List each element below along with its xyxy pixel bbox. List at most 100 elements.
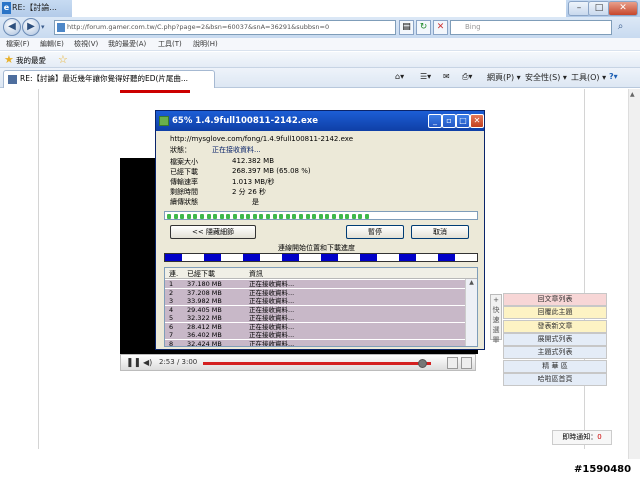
side-menu-item[interactable]: 精 華 區 (503, 359, 607, 373)
tab-bar: RE:【討論】最近幾年讓你覺得好聽的ED(片尾曲... ⌂▾ ☰▾ ✉ ⎙▾ 網… (0, 68, 640, 88)
cmd-safety[interactable]: 安全性(S) ▾ (525, 72, 567, 83)
compat-view-button[interactable]: ▤ (399, 20, 414, 35)
connection-row[interactable]: 2 37.208 MB 正在接收資料... (165, 288, 467, 297)
connection-segment (399, 254, 416, 261)
progress-segment (279, 214, 284, 219)
connection-row[interactable]: 4 29.405 MB 正在接收資料... (165, 305, 467, 314)
live-notification[interactable]: 即時通知：0 (552, 430, 612, 445)
side-menu-item[interactable]: 展開式列表 (503, 332, 607, 346)
close-window-button[interactable]: ✕ (608, 1, 638, 16)
connection-row[interactable]: 5 32.322 MB 正在接收資料... (165, 314, 467, 322)
progress-segment (365, 214, 369, 219)
side-menu-item[interactable]: 回覆此主題 (503, 306, 607, 320)
connection-row[interactable]: 1 37.180 MB 正在接收資料... (165, 280, 467, 288)
minimize-button[interactable]: – (568, 1, 590, 16)
dialog-maximize-button[interactable]: □ (456, 114, 470, 128)
window-title: RE:【討論... (12, 3, 57, 12)
resize-button[interactable] (447, 357, 458, 369)
download-icon (159, 116, 169, 126)
connection-row[interactable]: 7 36.402 MB 正在接收資料... (165, 331, 467, 339)
address-bar[interactable]: http://forum.gamer.com.tw/C.php?page=2&b… (54, 20, 396, 35)
menu-edit[interactable]: 編輯(E) (40, 39, 64, 49)
menu-tools[interactable]: 工具(T) (158, 39, 182, 49)
cancel-button[interactable]: 取消 (411, 225, 469, 239)
progress-segment (259, 214, 264, 219)
dialog-close-button[interactable]: ✕ (470, 114, 484, 128)
volume-icon[interactable]: ◀) (143, 358, 155, 368)
quick-menu-plus-icon: + (493, 296, 499, 304)
connection-row[interactable]: 8 32.424 MB 正在接收資料... (165, 339, 467, 347)
dialog-restore-button[interactable]: ▫ (442, 114, 456, 128)
tab-favicon-icon (8, 75, 17, 84)
favorites-label[interactable]: 我的最愛 (16, 55, 46, 66)
refresh-button[interactable]: ↻ (416, 20, 431, 35)
connection-downloaded: 28.412 MB (187, 322, 222, 331)
notify-count: 0 (597, 433, 602, 441)
favorites-bar: ★ 我的最愛 ☆ (0, 52, 640, 68)
home-icon[interactable]: ⌂▾ (395, 72, 404, 81)
search-input[interactable]: Bing (450, 20, 612, 35)
connection-downloaded: 33.982 MB (187, 297, 222, 305)
connection-info: 正在接收資料... (249, 288, 295, 297)
progress-segment (180, 214, 185, 219)
maximize-button[interactable]: □ (588, 1, 610, 16)
connection-info: 正在接收資料... (249, 339, 295, 347)
cmd-page[interactable]: 網頁(P) ▾ (487, 72, 521, 83)
menu-file[interactable]: 檔案(F) (6, 39, 30, 49)
pause-icon[interactable]: ❚❚ (126, 358, 141, 368)
side-menu-item[interactable]: 回文章列表 (503, 293, 607, 306)
menu-favorites[interactable]: 我的最愛(A) (108, 39, 146, 49)
page-scrollbar[interactable]: ▲ (628, 89, 640, 459)
quick-menu-tab[interactable]: + 快 速 選 單 (490, 294, 502, 344)
active-tab[interactable]: RE:【討論】最近幾年讓你覺得好聽的ED(片尾曲... (3, 70, 215, 88)
stop-button[interactable]: ✕ (433, 20, 448, 35)
seek-bar[interactable] (203, 362, 431, 365)
help-icon[interactable]: ?▾ (609, 72, 618, 81)
progress-segment (285, 214, 290, 219)
hide-details-button[interactable]: << 隱藏細節 (170, 225, 256, 239)
search-icon[interactable]: ⌕ (613, 20, 628, 35)
side-menu-item[interactable]: 發表新文章 (503, 319, 607, 333)
progress-segment (226, 214, 231, 219)
info-value: 2 分 26 秒 (232, 188, 267, 196)
connection-segment (438, 254, 455, 261)
scroll-up-icon[interactable]: ▲ (466, 279, 477, 286)
dialog-title: 65% 1.4.9full100811-2142.exe (172, 116, 318, 126)
connection-row[interactable]: 6 28.412 MB 正在接收資料... (165, 322, 467, 331)
forward-button[interactable]: ▶ (22, 18, 40, 36)
scroll-up-icon[interactable]: ▲ (630, 91, 635, 98)
post-header-stripe (120, 90, 190, 93)
mail-icon[interactable]: ✉ (443, 72, 450, 81)
fullscreen-button[interactable] (461, 357, 472, 369)
download-dialog: 65% 1.4.9full100811-2142.exe _ ▫ □ ✕ htt… (155, 110, 485, 350)
connection-downloaded: 37.208 MB (187, 288, 222, 297)
tab-title: RE:【討論】最近幾年讓你覺得好聽的ED(片尾曲... (20, 74, 189, 83)
connection-number: 4 (169, 305, 174, 314)
menu-help[interactable]: 說明(H) (193, 39, 218, 49)
favorites-star-icon[interactable]: ★ (4, 53, 14, 66)
col-downloaded[interactable]: 已經下載 (187, 269, 215, 279)
cmd-tools[interactable]: 工具(O) ▾ (571, 72, 606, 83)
col-info[interactable]: 資訊 (249, 269, 263, 279)
feeds-icon[interactable]: ☰▾ (420, 72, 431, 81)
progress-segment (193, 214, 198, 219)
menu-view[interactable]: 檢視(V) (74, 39, 98, 49)
side-menu-item[interactable]: 哈啦區首頁 (503, 372, 607, 386)
connection-info: 正在接收資料... (249, 297, 295, 305)
connection-segment (243, 254, 260, 261)
back-button[interactable]: ◀ (3, 18, 21, 36)
dialog-minimize-button[interactable]: _ (428, 114, 442, 128)
progress-segment (239, 214, 244, 219)
seek-handle[interactable] (417, 359, 427, 368)
connection-map (164, 253, 478, 262)
progress-segment (200, 214, 204, 219)
list-scrollbar[interactable]: ▲ (465, 279, 477, 346)
connection-row[interactable]: 3 33.982 MB 正在接收資料... (165, 297, 467, 305)
history-dropdown-icon[interactable]: ▾ (41, 23, 45, 31)
col-connection[interactable]: 連. (169, 269, 178, 279)
side-menu-item[interactable]: 主題式列表 (503, 346, 607, 360)
print-icon[interactable]: ⎙▾ (462, 72, 472, 82)
add-favorite-icon[interactable]: ☆ (58, 53, 68, 66)
progress-segment (299, 214, 303, 219)
pause-button[interactable]: 暫停 (346, 225, 404, 239)
